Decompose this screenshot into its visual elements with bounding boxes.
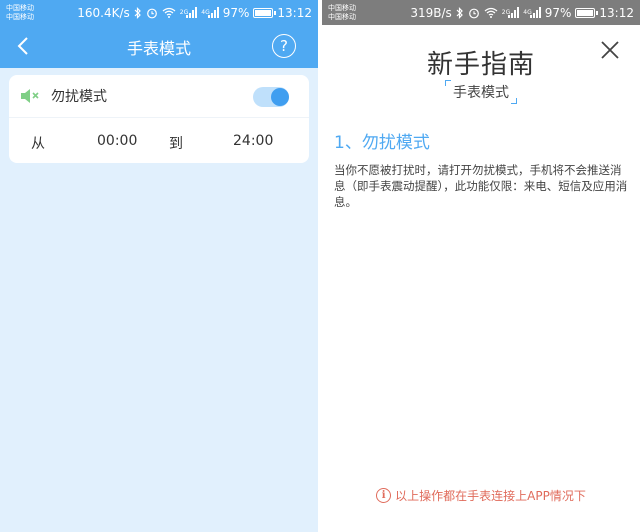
guide-title: 新手指南	[426, 50, 535, 80]
battery-percent: 97%	[544, 5, 572, 20]
time-range-row[interactable]: 从 00:00 到 24:00	[9, 119, 309, 163]
from-label: 从	[31, 136, 45, 152]
guide-subtitle: 手表模式	[445, 80, 517, 104]
wifi-icon	[484, 7, 498, 18]
help-button[interactable]: ?	[272, 34, 296, 58]
battery-percent: 97%	[222, 5, 250, 20]
signal-icon-1: 2G	[180, 7, 198, 18]
page-title: 手表模式	[126, 38, 191, 58]
app-header: 手表模式 ?	[0, 25, 318, 68]
to-label: 到	[169, 136, 183, 152]
bluetooth-icon	[456, 6, 464, 19]
section-heading: 1、勿扰模式	[334, 133, 430, 153]
carrier-line-1: 中国移动	[6, 3, 34, 12]
section-body: 当你不愿被打扰时，请打开勿扰模式，手机将不会推送消息（即手表震动提醒），此功能仅…	[334, 163, 628, 209]
carrier-info: 中国移动 中国移动	[6, 4, 34, 22]
carrier-line-1: 中国移动	[328, 3, 356, 12]
guide-subtitle-text: 手表模式	[453, 85, 509, 101]
footer-note-text: 以上操作都在手表连接上APP情况下	[395, 489, 586, 503]
dnd-row: 勿扰模式	[9, 75, 309, 118]
close-icon	[601, 41, 619, 59]
back-button[interactable]	[12, 35, 34, 57]
bluetooth-icon	[134, 6, 142, 19]
info-icon: i	[376, 488, 392, 503]
signal-icon-1: 2G	[502, 7, 520, 18]
toggle-knob	[271, 88, 289, 106]
alarm-icon	[468, 7, 480, 19]
clock: 13:12	[599, 5, 634, 20]
signal-icon-2: 4G	[201, 7, 219, 18]
carrier-info: 中国移动 中国移动	[328, 4, 356, 22]
bracket-corner	[511, 98, 517, 104]
dnd-card: 勿扰模式 从 00:00 到 24:00	[9, 75, 309, 163]
help-icon: ?	[280, 37, 288, 55]
footer-note: i 以上操作都在手表连接上APP情况下	[322, 487, 640, 504]
status-bar: 中国移动 中国移动 319B/s 2G 4G 97% 13:12	[322, 0, 640, 25]
status-bar: 中国移动 中国移动 160.4K/s 2G 4G 97% 13:12	[0, 0, 318, 25]
clock: 13:12	[277, 5, 312, 20]
network-speed: 319B/s	[410, 5, 452, 20]
end-time[interactable]: 24:00	[233, 133, 273, 149]
dnd-label: 勿扰模式	[51, 89, 107, 105]
guide-screen: 中国移动 中国移动 319B/s 2G 4G 97% 13:12 新手指南 手表…	[322, 0, 640, 532]
guide-subtitle-wrap: 手表模式	[322, 80, 640, 104]
carrier-line-2: 中国移动	[328, 12, 356, 21]
status-indicators: 160.4K/s 2G 4G 97% 13:12	[77, 6, 312, 20]
battery-icon	[575, 7, 599, 18]
battery-fill	[255, 9, 271, 16]
carrier-line-2: 中国移动	[6, 12, 34, 21]
network-speed: 160.4K/s	[77, 5, 130, 20]
close-button[interactable]	[598, 38, 622, 62]
mute-speaker-icon	[19, 85, 41, 107]
dnd-toggle[interactable]	[253, 87, 289, 107]
battery-icon	[253, 7, 277, 18]
watch-mode-screen: 中国移动 中国移动 160.4K/s 2G 4G 97% 13:12 手表模式 …	[0, 0, 318, 532]
start-time[interactable]: 00:00	[97, 133, 137, 149]
alarm-icon	[146, 7, 158, 19]
wifi-icon	[162, 7, 176, 18]
back-icon	[17, 37, 28, 55]
signal-icon-2: 4G	[523, 7, 541, 18]
status-indicators: 319B/s 2G 4G 97% 13:12	[410, 6, 634, 20]
bracket-corner	[445, 80, 451, 86]
battery-fill	[577, 9, 593, 16]
